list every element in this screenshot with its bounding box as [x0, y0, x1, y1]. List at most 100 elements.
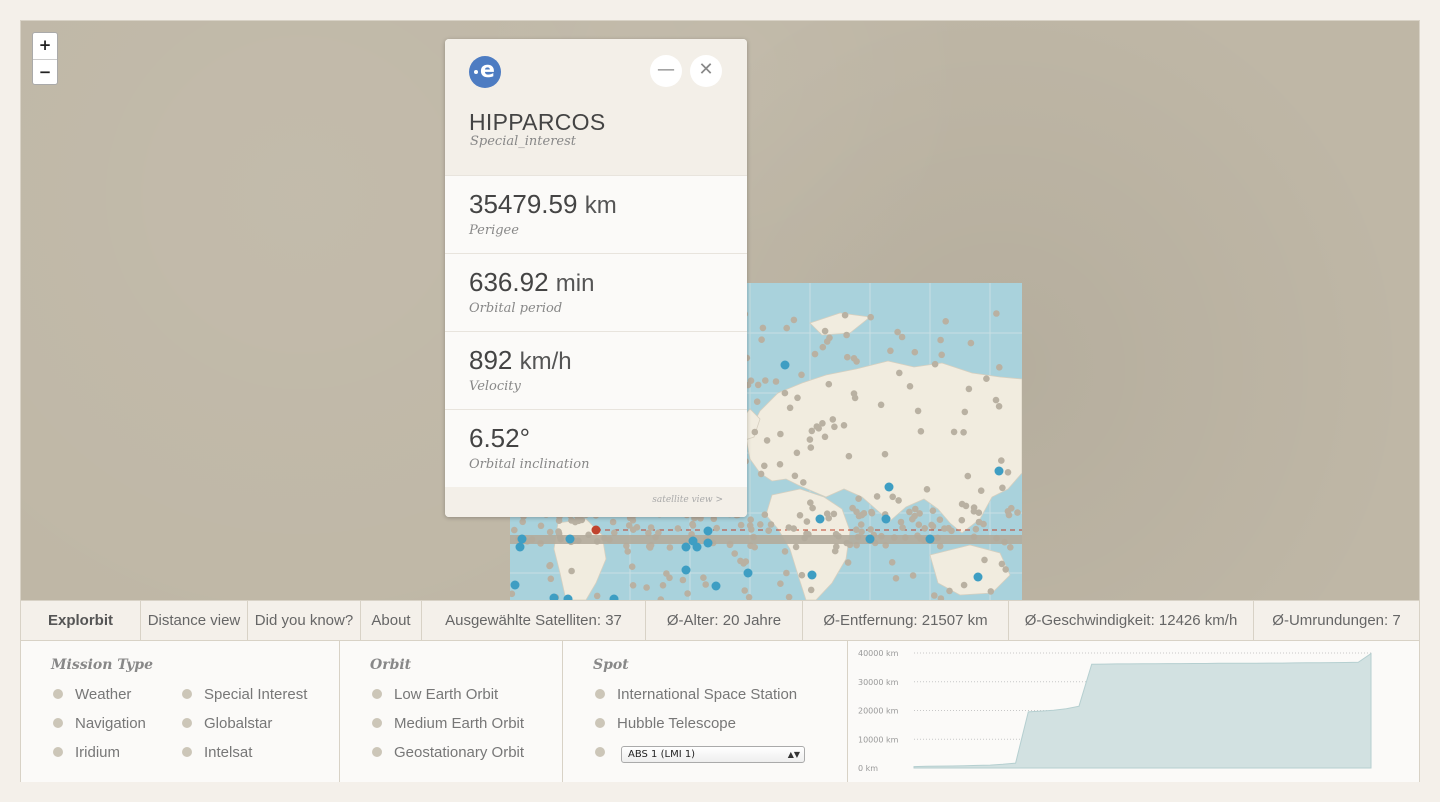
satellite-view-link[interactable]: satellite view >: [652, 495, 723, 505]
satellite-dot[interactable]: [992, 396, 1000, 404]
satellite-dot[interactable]: [674, 525, 682, 532]
satellite-dot[interactable]: [628, 563, 636, 570]
satellite-dot[interactable]: [998, 560, 1006, 568]
satellite-dot[interactable]: [742, 558, 750, 565]
filter-low-earth-orbit[interactable]: Low Earth Orbit: [372, 686, 498, 703]
satellite-dot[interactable]: [851, 394, 859, 402]
satellite-dot[interactable]: [684, 590, 691, 597]
zoom-in-button[interactable]: +: [33, 33, 57, 59]
satellite-dot[interactable]: [546, 562, 553, 570]
satellite-dot[interactable]: [946, 587, 953, 595]
did-you-know-link[interactable]: Did you know?: [248, 601, 361, 641]
satellite-dot[interactable]: [928, 521, 935, 529]
satellite-dot[interactable]: [741, 587, 748, 594]
satellite-dot[interactable]: [807, 444, 815, 451]
satellite-dot[interactable]: [829, 416, 837, 423]
satellite-dot[interactable]: [702, 581, 709, 588]
satellite-dot[interactable]: [807, 586, 815, 594]
satellite-dot-highlighted[interactable]: [703, 526, 713, 536]
filter-special-interest[interactable]: Special Interest: [182, 686, 307, 703]
satellite-dot[interactable]: [781, 548, 789, 555]
satellite-dot[interactable]: [867, 313, 874, 321]
satellite-dot[interactable]: [762, 377, 769, 384]
satellite-dot[interactable]: [965, 385, 973, 393]
satellite-dot[interactable]: [761, 511, 769, 518]
satellite-dot[interactable]: [700, 574, 707, 581]
satellite-dot[interactable]: [785, 524, 793, 531]
satellite-dot[interactable]: [896, 369, 903, 377]
satellite-dot[interactable]: [798, 571, 806, 579]
distance-view-link[interactable]: Distance view: [141, 601, 248, 641]
satellite-dot[interactable]: [809, 504, 816, 512]
satellite-dot[interactable]: [906, 383, 914, 390]
satellite-dot[interactable]: [853, 358, 860, 365]
satellite-dot[interactable]: [889, 493, 896, 501]
satellite-dot[interactable]: [873, 493, 881, 500]
satellite-dot[interactable]: [777, 580, 784, 587]
satellite-dot[interactable]: [783, 324, 790, 332]
satellite-dot[interactable]: [912, 505, 919, 513]
satellite-dot[interactable]: [819, 343, 827, 351]
satellite-dot[interactable]: [1004, 469, 1012, 476]
satellite-dot-highlighted[interactable]: [743, 568, 753, 578]
satellite-dot-highlighted[interactable]: [565, 534, 575, 544]
satellite-dot[interactable]: [938, 351, 945, 359]
satellite-dot[interactable]: [972, 525, 980, 533]
satellite-dot[interactable]: [794, 394, 801, 402]
brand-link[interactable]: Explorbit: [21, 601, 141, 641]
satellite-dot[interactable]: [999, 484, 1006, 492]
satellite-dot[interactable]: [895, 497, 902, 504]
satellite-dot[interactable]: [867, 526, 874, 533]
satellite-dot[interactable]: [967, 339, 975, 347]
satellite-dot[interactable]: [777, 430, 784, 438]
satellite-dot[interactable]: [860, 510, 868, 517]
satellite-dot[interactable]: [887, 347, 894, 355]
satellite-dot[interactable]: [906, 508, 913, 516]
satellite-dot[interactable]: [511, 526, 518, 534]
filter-hubble[interactable]: Hubble Telescope: [595, 715, 736, 732]
satellite-dot[interactable]: [643, 584, 650, 591]
satellite-dot[interactable]: [923, 486, 931, 493]
satellite-dot[interactable]: [881, 450, 889, 458]
satellite-dot[interactable]: [942, 318, 949, 325]
filter-medium-earth-orbit[interactable]: Medium Earth Orbit: [372, 715, 524, 732]
filter-iss[interactable]: International Space Station: [595, 686, 797, 703]
satellite-dot-highlighted[interactable]: [703, 538, 713, 548]
satellite-dot-highlighted[interactable]: [711, 581, 721, 591]
filter-weather[interactable]: Weather: [53, 686, 131, 703]
satellite-dot[interactable]: [921, 525, 928, 532]
satellite-dot[interactable]: [840, 422, 848, 429]
satellite-dot[interactable]: [894, 328, 901, 336]
satellite-dot[interactable]: [751, 428, 759, 436]
selected-satellite-marker[interactable]: [591, 525, 601, 535]
satellite-dot[interactable]: [609, 518, 617, 526]
satellite-dot[interactable]: [877, 401, 885, 409]
satellite-dot[interactable]: [737, 521, 745, 529]
satellite-dot[interactable]: [772, 378, 780, 385]
satellite-dot[interactable]: [823, 338, 831, 345]
satellite-dot[interactable]: [844, 559, 852, 566]
filter-intelsat[interactable]: Intelsat: [182, 744, 252, 761]
satellite-dot-highlighted[interactable]: [865, 534, 875, 544]
satellite-dot[interactable]: [555, 517, 563, 524]
satellite-dot[interactable]: [995, 403, 1003, 410]
satellite-dot[interactable]: [831, 423, 838, 431]
satellite-dot[interactable]: [993, 310, 1000, 317]
satellite-dot[interactable]: [961, 408, 969, 416]
satellite-dot[interactable]: [624, 548, 631, 555]
satellite-dot[interactable]: [975, 509, 983, 516]
about-link[interactable]: About: [361, 601, 422, 641]
satellite-dot[interactable]: [996, 364, 1003, 371]
satellite-dot[interactable]: [958, 516, 966, 524]
satellite-dot[interactable]: [763, 437, 771, 444]
satellite-dot-highlighted[interactable]: [925, 534, 935, 544]
satellite-dot[interactable]: [759, 324, 767, 332]
satellite-dot[interactable]: [761, 462, 768, 470]
satellite-dot[interactable]: [793, 449, 801, 457]
satellite-dot[interactable]: [983, 375, 990, 382]
satellite-dot-highlighted[interactable]: [681, 542, 691, 552]
satellite-dot[interactable]: [929, 507, 937, 514]
satellite-dot[interactable]: [841, 311, 849, 319]
satellite-dot[interactable]: [981, 556, 988, 564]
satellite-dot[interactable]: [754, 381, 762, 389]
